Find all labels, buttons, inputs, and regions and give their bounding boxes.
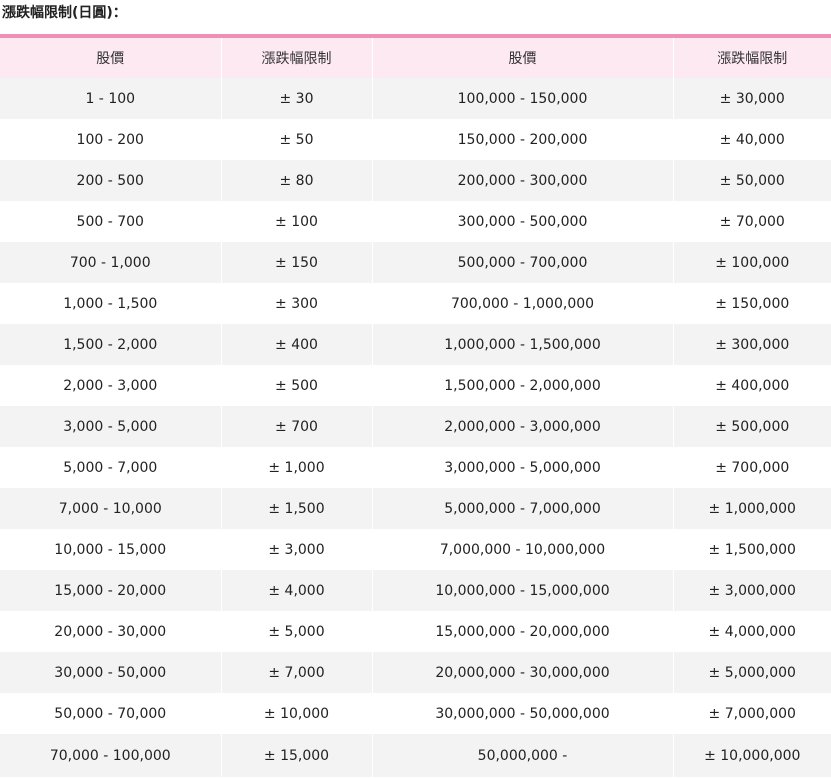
limit-cell: ± 7,000,000 <box>672 693 831 734</box>
table-row: 1 - 100 ± 30 100,000 - 150,000 ± 30,000 <box>0 78 831 119</box>
price-range-cell: 3,000 - 5,000 <box>0 406 221 447</box>
table-row: 7,000 - 10,000 ± 1,500 5,000,000 - 7,000,0… <box>0 488 831 529</box>
limit-cell: ± 7,000 <box>220 652 372 693</box>
price-range-cell: 3,000,000 - 5,000,000 <box>371 447 673 488</box>
price-range-cell: 100 - 200 <box>0 119 221 160</box>
price-limit-table-container: 股價 漲跌幅限制 股價 漲跌幅限制 1 - 100 ± 30 100,000 - 1… <box>0 34 831 777</box>
limit-cell: ± 700 <box>220 406 372 447</box>
price-range-cell: 50,000,000 - <box>371 734 673 777</box>
price-range-cell: 15,000,000 - 20,000,000 <box>371 611 673 652</box>
limit-cell: ± 50,000 <box>672 160 831 201</box>
limit-cell: ± 150 <box>220 242 372 283</box>
limit-cell: ± 10,000,000 <box>672 734 831 777</box>
limit-cell: ± 400 <box>220 324 372 365</box>
limit-cell: ± 150,000 <box>672 283 831 324</box>
price-range-cell: 5,000,000 - 7,000,000 <box>371 488 673 529</box>
limit-cell: ± 1,000 <box>220 447 372 488</box>
price-range-cell: 200 - 500 <box>0 160 221 201</box>
table-row: 2,000 - 3,000 ± 500 1,500,000 - 2,000,000 ±… <box>0 365 831 406</box>
limit-cell: ± 50 <box>220 119 372 160</box>
price-range-cell: 500,000 - 700,000 <box>371 242 673 283</box>
table-row: 15,000 - 20,000 ± 4,000 10,000,000 - 15,00… <box>0 570 831 611</box>
table-row: 10,000 - 15,000 ± 3,000 7,000,000 - 10,000… <box>0 529 831 570</box>
price-range-cell: 500 - 700 <box>0 201 221 242</box>
price-range-cell: 1,000,000 - 1,500,000 <box>371 324 673 365</box>
limit-cell: ± 5,000,000 <box>672 652 831 693</box>
header-limit-left: 漲跌幅限制 <box>220 38 372 78</box>
price-range-cell: 20,000,000 - 30,000,000 <box>371 652 673 693</box>
table-row: 20,000 - 30,000 ± 5,000 15,000,000 - 20,00… <box>0 611 831 652</box>
limit-cell: ± 100 <box>220 201 372 242</box>
table-row: 200 - 500 ± 80 200,000 - 300,000 ± 50,000 <box>0 160 831 201</box>
limit-cell: ± 500,000 <box>672 406 831 447</box>
limit-cell: ± 300,000 <box>672 324 831 365</box>
limit-cell: ± 30,000 <box>672 78 831 119</box>
table-row: 50,000 - 70,000 ± 10,000 30,000,000 - 50,0… <box>0 693 831 734</box>
limit-cell: ± 3,000,000 <box>672 570 831 611</box>
header-limit-right: 漲跌幅限制 <box>672 38 831 78</box>
limit-cell: ± 300 <box>220 283 372 324</box>
price-range-cell: 200,000 - 300,000 <box>371 160 673 201</box>
price-range-cell: 100,000 - 150,000 <box>371 78 673 119</box>
price-range-cell: 700,000 - 1,000,000 <box>371 283 673 324</box>
limit-cell: ± 400,000 <box>672 365 831 406</box>
limit-cell: ± 1,500 <box>220 488 372 529</box>
price-range-cell: 300,000 - 500,000 <box>371 201 673 242</box>
table-row: 5,000 - 7,000 ± 1,000 3,000,000 - 5,000,00… <box>0 447 831 488</box>
table-row: 70,000 - 100,000 ± 15,000 50,000,000 - ± 10… <box>0 734 831 777</box>
limit-cell: ± 700,000 <box>672 447 831 488</box>
price-range-cell: 1 - 100 <box>0 78 221 119</box>
table-row: 3,000 - 5,000 ± 700 2,000,000 - 3,000,000 ±… <box>0 406 831 447</box>
price-range-cell: 1,000 - 1,500 <box>0 283 221 324</box>
limit-cell: ± 10,000 <box>220 693 372 734</box>
limit-cell: ± 40,000 <box>672 119 831 160</box>
limit-cell: ± 100,000 <box>672 242 831 283</box>
limit-cell: ± 80 <box>220 160 372 201</box>
table-row: 30,000 - 50,000 ± 7,000 20,000,000 - 30,00… <box>0 652 831 693</box>
price-range-cell: 15,000 - 20,000 <box>0 570 221 611</box>
table-row: 100 - 200 ± 50 150,000 - 200,000 ± 40,000 <box>0 119 831 160</box>
header-price-right: 股價 <box>371 38 673 78</box>
price-range-cell: 1,500 - 2,000 <box>0 324 221 365</box>
limit-cell: ± 1,500,000 <box>672 529 831 570</box>
price-limit-table: 股價 漲跌幅限制 股價 漲跌幅限制 1 - 100 ± 30 100,000 - 1… <box>0 38 831 777</box>
table-row: 1,500 - 2,000 ± 400 1,000,000 - 1,500,000 ±… <box>0 324 831 365</box>
price-range-cell: 2,000 - 3,000 <box>0 365 221 406</box>
limit-cell: ± 70,000 <box>672 201 831 242</box>
header-price-left: 股價 <box>0 38 221 78</box>
table-row: 500 - 700 ± 100 300,000 - 500,000 ± 70,000 <box>0 201 831 242</box>
price-range-cell: 1,500,000 - 2,000,000 <box>371 365 673 406</box>
limit-cell: ± 500 <box>220 365 372 406</box>
limit-cell: ± 5,000 <box>220 611 372 652</box>
price-range-cell: 50,000 - 70,000 <box>0 693 221 734</box>
table-header-row: 股價 漲跌幅限制 股價 漲跌幅限制 <box>0 38 831 78</box>
price-range-cell: 70,000 - 100,000 <box>0 734 221 777</box>
price-range-cell: 7,000 - 10,000 <box>0 488 221 529</box>
price-range-cell: 20,000 - 30,000 <box>0 611 221 652</box>
price-range-cell: 700 - 1,000 <box>0 242 221 283</box>
limit-cell: ± 3,000 <box>220 529 372 570</box>
price-range-cell: 2,000,000 - 3,000,000 <box>371 406 673 447</box>
page-title: 漲跌幅限制(日圓)： <box>2 5 127 21</box>
price-range-cell: 10,000,000 - 15,000,000 <box>371 570 673 611</box>
table-row: 700 - 1,000 ± 150 500,000 - 700,000 ± 100,0… <box>0 242 831 283</box>
price-range-cell: 5,000 - 7,000 <box>0 447 221 488</box>
limit-cell: ± 1,000,000 <box>672 488 831 529</box>
table-row: 1,000 - 1,500 ± 300 700,000 - 1,000,000 ± 1… <box>0 283 831 324</box>
price-range-cell: 10,000 - 15,000 <box>0 529 221 570</box>
price-range-cell: 150,000 - 200,000 <box>371 119 673 160</box>
limit-cell: ± 30 <box>220 78 372 119</box>
price-range-cell: 30,000,000 - 50,000,000 <box>371 693 673 734</box>
table-body: 1 - 100 ± 30 100,000 - 150,000 ± 30,000 100 … <box>0 78 831 777</box>
limit-cell: ± 15,000 <box>220 734 372 777</box>
price-range-cell: 7,000,000 - 10,000,000 <box>371 529 673 570</box>
limit-cell: ± 4,000,000 <box>672 611 831 652</box>
price-range-cell: 30,000 - 50,000 <box>0 652 221 693</box>
limit-cell: ± 4,000 <box>220 570 372 611</box>
